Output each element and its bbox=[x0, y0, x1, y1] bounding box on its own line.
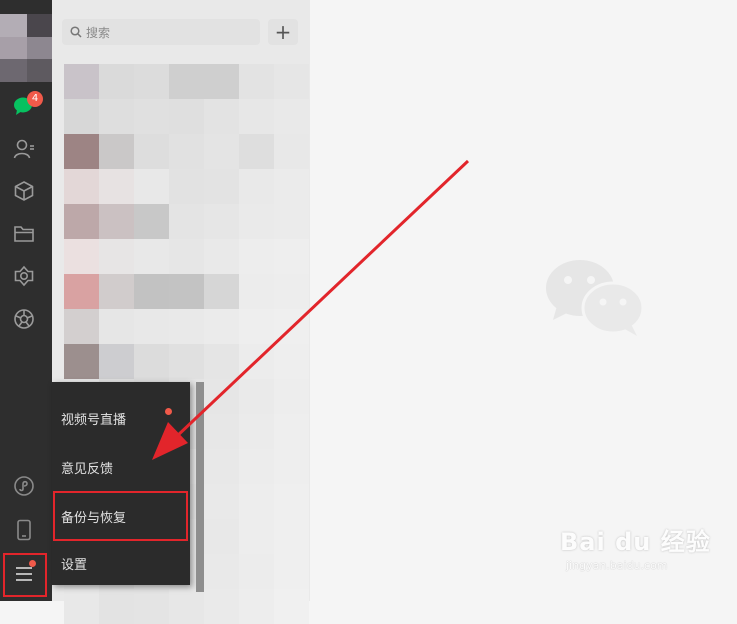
moments-icon[interactable] bbox=[12, 264, 36, 288]
watermark-logo: Bai du 经验 bbox=[560, 528, 711, 556]
unread-badge: 4 bbox=[27, 91, 43, 107]
menu-item-channels-live[interactable]: 视频号直播 bbox=[52, 395, 190, 441]
contacts-icon[interactable] bbox=[12, 137, 36, 161]
mini-program-icon[interactable] bbox=[12, 474, 36, 498]
conversation-pane bbox=[310, 0, 737, 601]
live-notification-dot bbox=[165, 408, 172, 415]
menu-item-label: 意见反馈 bbox=[61, 462, 114, 477]
left-nav: 4 bbox=[0, 0, 54, 601]
more-menu: 视频号直播 意见反馈 备份与恢复 设置 bbox=[52, 382, 190, 585]
search-icon bbox=[70, 26, 82, 38]
phone-icon[interactable] bbox=[12, 518, 36, 542]
search-placeholder: 搜索 bbox=[86, 25, 111, 40]
channels-icon[interactable] bbox=[12, 307, 36, 331]
files-icon[interactable] bbox=[12, 222, 36, 246]
watermark-url: jingyan.baidu.com bbox=[566, 559, 668, 572]
menu-item-label: 视频号直播 bbox=[61, 413, 127, 428]
highlight-backup-restore bbox=[53, 491, 188, 541]
wechat-logo-icon bbox=[545, 258, 645, 342]
add-button[interactable]: + bbox=[268, 19, 298, 45]
menu-item-feedback[interactable]: 意见反馈 bbox=[52, 444, 190, 490]
avatar[interactable] bbox=[0, 14, 54, 82]
watermark: Bai du 经验 jingyan.baidu.com bbox=[560, 522, 711, 572]
search-input[interactable]: 搜索 bbox=[62, 19, 260, 45]
menu-scrollbar[interactable] bbox=[196, 382, 204, 592]
menu-item-settings[interactable]: 设置 bbox=[52, 540, 190, 586]
highlight-menu-button bbox=[3, 553, 47, 597]
menu-item-label: 设置 bbox=[61, 558, 88, 573]
favorites-icon[interactable] bbox=[12, 179, 36, 203]
